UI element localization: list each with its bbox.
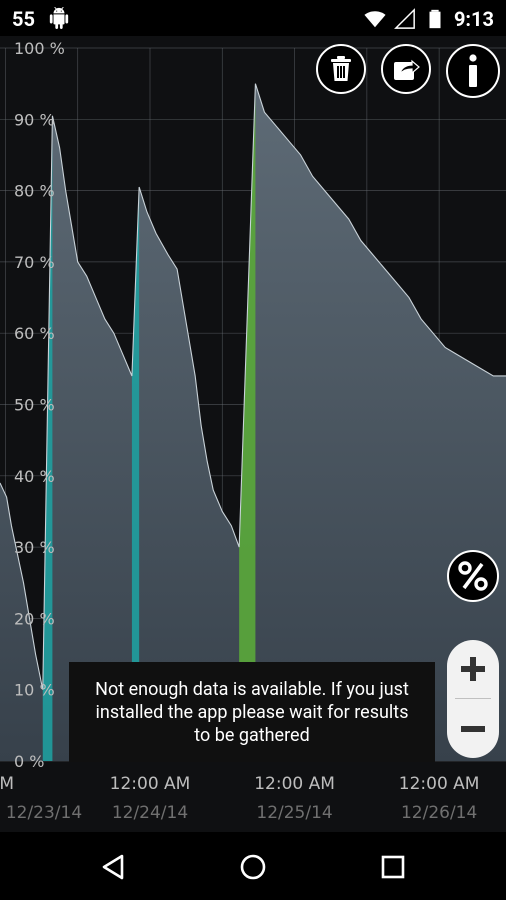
- toast-text: Not enough data is available. If you jus…: [95, 678, 409, 746]
- y-tick-label: 0 %: [14, 752, 44, 771]
- back-button[interactable]: [96, 850, 130, 884]
- battery-icon: [429, 9, 441, 29]
- x-tick-time: 12:00 AM: [399, 774, 480, 794]
- android-icon: [49, 7, 69, 29]
- back-icon: [102, 854, 124, 880]
- share-button[interactable]: [381, 44, 431, 94]
- y-tick-label: 90 %: [14, 110, 55, 129]
- navigation-bar: [0, 832, 506, 900]
- zoom-divider: [455, 698, 491, 699]
- x-tick-time: M: [0, 774, 14, 794]
- zoom-controls: [447, 640, 499, 758]
- x-tick-date: 12/23/14: [6, 803, 82, 823]
- signal-icon: [394, 8, 415, 29]
- y-tick-label: 80 %: [14, 182, 55, 201]
- info-button[interactable]: [446, 44, 500, 98]
- wifi-icon: [364, 11, 386, 28]
- notification-count: 55: [12, 7, 35, 31]
- recents-icon: [381, 855, 405, 879]
- recents-button[interactable]: [376, 850, 410, 884]
- y-tick-label: 70 %: [14, 253, 55, 272]
- y-tick-label: 30 %: [14, 538, 55, 557]
- delete-button[interactable]: [316, 44, 366, 94]
- plus-icon: [461, 657, 485, 681]
- charging-segment: [239, 83, 256, 761]
- x-tick-date: 12/24/14: [112, 803, 188, 823]
- trash-icon: [331, 56, 351, 81]
- info-icon: [469, 54, 477, 87]
- x-tick-date: 12/26/14: [401, 803, 477, 823]
- toast-message: Not enough data is available. If you jus…: [69, 662, 435, 762]
- y-tick-label: 100 %: [14, 39, 65, 58]
- clock: 9:13: [453, 7, 494, 31]
- home-icon: [240, 854, 266, 880]
- share-icon: [394, 59, 420, 80]
- x-tick-date: 12/25/14: [256, 803, 332, 823]
- y-tick-label: 20 %: [14, 609, 55, 628]
- zoom-in-button[interactable]: [447, 640, 499, 698]
- minus-icon: [461, 726, 485, 732]
- y-tick-label: 10 %: [14, 681, 55, 700]
- zoom-out-button[interactable]: [447, 700, 499, 758]
- percent-icon: [458, 561, 488, 591]
- y-tick-label: 40 %: [14, 467, 55, 486]
- y-tick-label: 60 %: [14, 324, 55, 343]
- x-tick-time: 12:00 AM: [110, 774, 191, 794]
- y-tick-label: 50 %: [14, 396, 55, 415]
- percent-toggle-button[interactable]: [447, 550, 499, 602]
- x-tick-time: 12:00 AM: [254, 774, 335, 794]
- status-bar: 55 9:13: [0, 0, 506, 36]
- home-button[interactable]: [236, 850, 270, 884]
